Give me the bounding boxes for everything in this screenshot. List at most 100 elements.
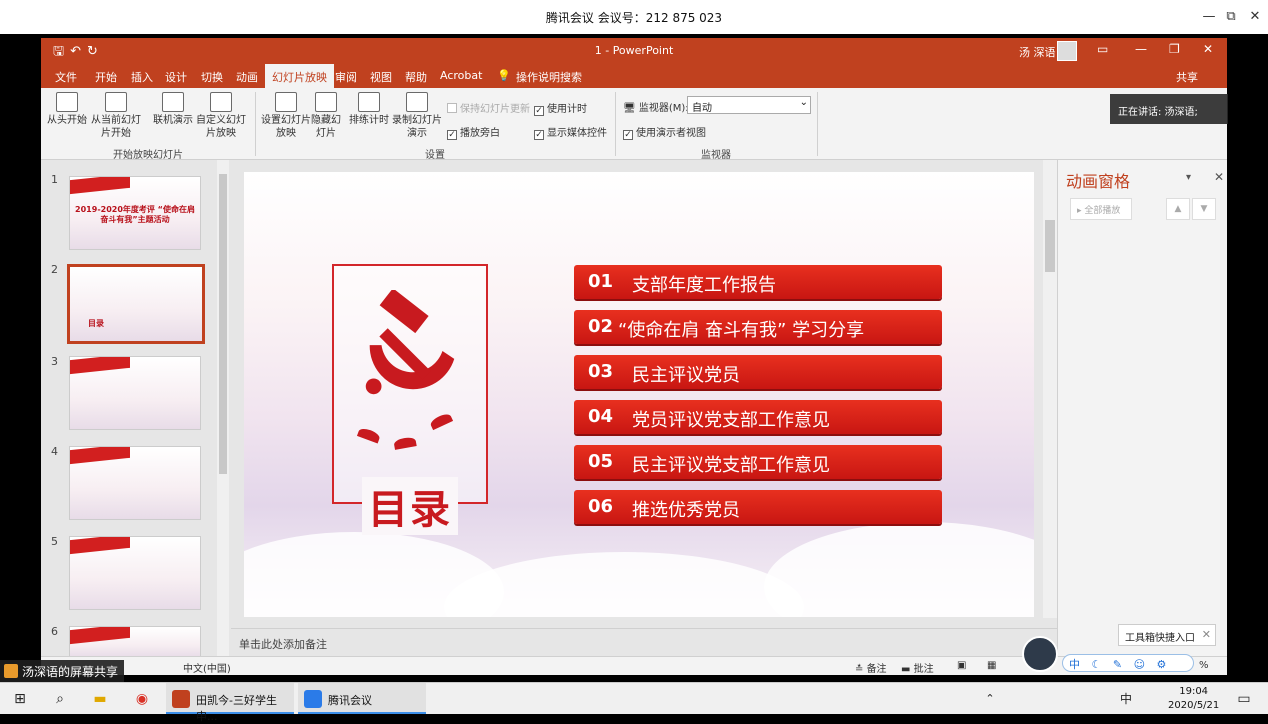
tab-home[interactable]: 开始	[95, 69, 117, 85]
slide-sorter-icon[interactable]: ▦	[987, 660, 996, 671]
notes-label: 备注	[866, 664, 887, 675]
file-explorer-icon[interactable]: ▬	[90, 689, 110, 709]
tab-slideshow[interactable]: 幻灯片放映	[265, 64, 334, 88]
chrome-icon[interactable]: ◉	[132, 689, 152, 709]
flag-decoration	[70, 357, 130, 375]
slide-thumbnail-selected[interactable]: 目录	[67, 264, 205, 344]
minimize-icon[interactable]: —	[1135, 42, 1147, 56]
from-start-label: 从头开始	[47, 115, 87, 126]
move-down-button[interactable]: ▼	[1192, 198, 1216, 220]
flag-decoration	[70, 627, 130, 645]
show-media-checkbox[interactable]: ✓ 显示媒体控件	[534, 124, 607, 140]
slide-thumbnail[interactable]: 2019-2020年度考评 “使命在肩 奋斗有我”主题活动	[69, 176, 201, 250]
notes-toggle[interactable]: ≛ 备注	[855, 660, 887, 675]
tab-review[interactable]: 审阅	[335, 69, 357, 85]
from-current-button[interactable]: 从当前幻灯片开始	[87, 92, 145, 140]
share-button[interactable]: 共享	[1176, 69, 1198, 85]
tab-help[interactable]: 帮助	[405, 69, 427, 85]
normal-view-icon[interactable]: ▣	[957, 660, 966, 671]
tell-me-search[interactable]: 操作说明搜索	[516, 69, 582, 85]
slide-thumbnail[interactable]	[69, 446, 201, 520]
slide-canvas[interactable]: 目录 01 支部年度工作报告 02 “使命在肩 奋斗有我” 学习分享 03 民主评议党…	[244, 172, 1034, 617]
ribbon: 从头开始 从当前幻灯片开始 联机演示 自定义幻灯片放映 开始放映幻灯片 设置幻灯…	[41, 88, 1227, 161]
move-up-button[interactable]: ▲	[1166, 198, 1190, 220]
language-status[interactable]: 中文(中国)	[183, 660, 231, 675]
taskbar-app-tencent-meeting[interactable]: 腾讯会议	[298, 683, 426, 714]
notes-pane[interactable]: 单击此处添加备注	[231, 628, 1057, 656]
avatar[interactable]	[1057, 41, 1077, 61]
cloud-decoration	[764, 522, 1034, 617]
comments-toggle[interactable]: ▬ 批注	[901, 660, 934, 675]
ime-float-ball[interactable]	[1022, 636, 1058, 672]
slide-thumbnail[interactable]	[69, 626, 201, 658]
agenda-number: 04	[588, 406, 614, 427]
close-button[interactable]: ✕	[1244, 6, 1266, 28]
play-all-button[interactable]: ▸ 全部播放	[1070, 198, 1132, 220]
tab-transitions[interactable]: 切换	[201, 69, 223, 85]
rehearse-label: 排练计时	[349, 115, 389, 126]
slide-thumbnail[interactable]	[69, 536, 201, 610]
notification-icon[interactable]: ▭	[1234, 689, 1254, 709]
agenda-item[interactable]: 06 推选优秀党员	[574, 490, 942, 524]
online-present-button[interactable]: 联机演示	[151, 92, 195, 127]
restore-icon[interactable]: ❐	[1169, 42, 1180, 56]
setup-show-button[interactable]: 设置幻灯片放映	[261, 92, 311, 140]
group-start-label: 开始放映幻灯片	[113, 150, 183, 161]
comments-label: 批注	[913, 664, 934, 675]
agenda-item[interactable]: 03 民主评议党员	[574, 355, 942, 389]
tab-insert[interactable]: 插入	[131, 69, 153, 85]
agenda-text: 推选优秀党员	[632, 500, 740, 521]
play-narration-checkbox[interactable]: ✓ 播放旁白	[447, 124, 500, 140]
windows-start-icon[interactable]: ⊞	[10, 689, 30, 709]
thumbnail-scrollbar[interactable]	[217, 160, 229, 658]
use-timing-checkbox[interactable]: ✓ 使用计时	[534, 100, 587, 116]
agenda-item[interactable]: 04 党员评议党支部工作意见	[574, 400, 942, 434]
close-icon[interactable]: ✕	[1202, 628, 1211, 641]
close-icon[interactable]: ✕	[1203, 42, 1213, 56]
keep-updated-checkbox[interactable]: 保持幻灯片更新	[447, 100, 530, 115]
tab-design[interactable]: 设计	[165, 69, 187, 85]
hammer-sickle-icon	[365, 290, 455, 395]
tab-acrobat[interactable]: Acrobat	[440, 69, 482, 82]
from-start-button[interactable]: 从头开始	[47, 92, 87, 127]
agenda-item[interactable]: 05 民主评议党支部工作意见	[574, 445, 942, 479]
ime-toolbar[interactable]: 中 ☾ ✎ ☺ ⚙	[1062, 654, 1194, 672]
ribbon-display-icon[interactable]: ▭	[1097, 42, 1108, 56]
custom-show-button[interactable]: 自定义幻灯片放映	[193, 92, 249, 140]
slideshow-current-icon	[105, 92, 127, 112]
tab-file[interactable]: 文件	[55, 69, 77, 85]
play-narration-label: 播放旁白	[460, 128, 500, 139]
globe-icon	[162, 92, 184, 112]
hide-slide-button[interactable]: 隐藏幻灯片	[311, 92, 341, 140]
close-icon[interactable]: ✕	[1214, 170, 1224, 184]
scrollbar-thumb[interactable]	[219, 174, 227, 474]
slide-thumbnail[interactable]	[69, 356, 201, 430]
tab-view[interactable]: 视图	[370, 69, 392, 85]
taskbar-app-powerpoint[interactable]: 田凯今-三好学生申...	[166, 683, 294, 723]
tray-icons[interactable]: ⌃	[980, 689, 1000, 709]
ime-indicator[interactable]: 中	[1116, 689, 1136, 709]
zoom-level[interactable]: %	[1199, 660, 1209, 671]
share-label-text: 汤深语的屏幕共享	[22, 665, 119, 679]
search-icon[interactable]: ⌕	[50, 689, 70, 709]
rehearse-button[interactable]: 排练计时	[347, 92, 391, 127]
flag-decoration	[70, 537, 130, 555]
tab-animations[interactable]: 动画	[236, 69, 258, 85]
agenda-item[interactable]: 02 “使命在肩 奋斗有我” 学习分享	[574, 310, 942, 344]
restore-button[interactable]: ⧉	[1220, 6, 1242, 28]
agenda-number: 02	[588, 316, 614, 337]
divider	[817, 92, 818, 156]
thumb-number: 1	[51, 173, 58, 186]
record-button[interactable]: 录制幻灯片演示	[389, 92, 445, 140]
agenda-text: 民主评议党支部工作意见	[632, 455, 830, 476]
agenda-item[interactable]: 01 支部年度工作报告	[574, 265, 942, 299]
taskbar: ⊞ ⌕ ▬ ◉ 田凯今-三好学生申... 腾讯会议 ⌃ 中 19:04 2020/…	[0, 682, 1268, 723]
monitor-select[interactable]: 自动 ⌄	[687, 96, 811, 114]
toolbox-shortcut[interactable]: 工具箱快捷入口 ✕	[1118, 624, 1216, 646]
system-clock[interactable]: 19:04 2020/5/21	[1168, 685, 1219, 713]
minimize-button[interactable]: —	[1198, 6, 1220, 28]
scrollbar-thumb[interactable]	[1045, 220, 1055, 272]
slide-scrollbar[interactable]	[1043, 160, 1057, 618]
chevron-down-icon[interactable]: ▾	[1186, 172, 1191, 183]
presenter-view-checkbox[interactable]: ✓ 使用演示者视图	[623, 124, 706, 140]
